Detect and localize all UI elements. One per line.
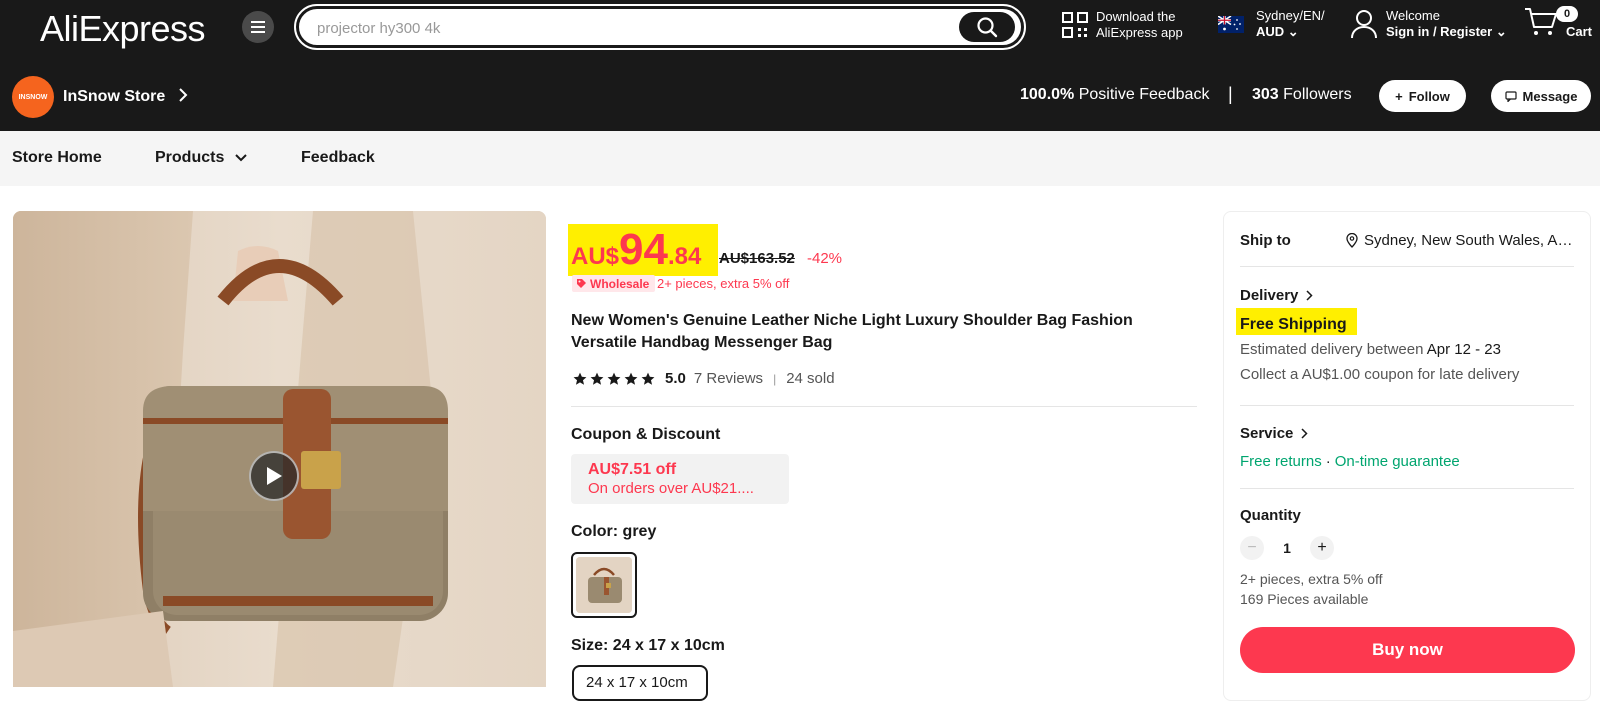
chevron-down-icon: ⌄	[1287, 24, 1299, 39]
color-swatch-grey[interactable]	[571, 552, 637, 618]
store-name-link[interactable]: InSnow Store	[63, 88, 165, 106]
plus-icon: +	[1395, 88, 1403, 104]
rating-divider: |	[773, 371, 777, 386]
quantity-increase-button[interactable]: +	[1310, 536, 1334, 560]
search-bar	[294, 4, 1026, 50]
ship-to-selector[interactable]: Sydney, New South Wales, Australia	[1346, 232, 1576, 249]
ship-to-label: Ship to	[1240, 232, 1291, 249]
sold-count: 24 sold	[786, 370, 835, 387]
chevron-right-icon	[179, 88, 188, 102]
coupon-card[interactable]: AU$7.51 off On orders over AU$21....	[571, 454, 789, 504]
currency-label: AUD	[1256, 24, 1285, 39]
message-button[interactable]: Message	[1491, 80, 1591, 112]
followers-count: 303 Followers	[1252, 86, 1352, 103]
nav-feedback[interactable]: Feedback	[301, 149, 375, 167]
late-delivery-coupon: Collect a AU$1.00 coupon for late delive…	[1240, 366, 1520, 383]
quantity-available: 169 Pieces available	[1240, 591, 1369, 607]
cart-button[interactable]: 0 Cart	[1524, 6, 1592, 43]
star-icon	[590, 372, 604, 385]
user-icon	[1351, 10, 1377, 39]
coupon-title: Coupon & Discount	[571, 426, 721, 443]
estimated-delivery: Estimated delivery between Apr 12 - 23	[1240, 341, 1501, 358]
search-icon	[977, 17, 998, 38]
welcome-text: Welcome	[1386, 8, 1440, 23]
ship-to-value: Sydney, New South Wales, Australia	[1364, 232, 1576, 249]
location-pin-icon	[1346, 233, 1358, 248]
rating-score: 5.0	[665, 370, 686, 387]
quantity-label: Quantity	[1240, 507, 1301, 524]
size-label: Size: 24 x 17 x 10cm	[571, 637, 725, 654]
qr-code-icon	[1062, 12, 1088, 38]
quantity-discount: 2+ pieces, extra 5% off	[1240, 571, 1383, 587]
wholesale-text: 2+ pieces, extra 5% off	[657, 276, 790, 291]
play-video-button[interactable]	[249, 451, 299, 501]
australia-flag-icon	[1218, 15, 1244, 33]
app-download-line2: AliExpress app	[1096, 25, 1183, 40]
store-nav: Store Home Products Feedback	[0, 131, 1600, 186]
free-shipping: Free Shipping	[1240, 316, 1347, 333]
rating-row: 5.0 7 Reviews | 24 sold	[573, 370, 835, 387]
handbag-photo	[13, 211, 546, 687]
free-returns: Free returns	[1240, 453, 1322, 470]
divider	[571, 406, 1197, 407]
service-link[interactable]: Service	[1240, 425, 1308, 442]
swatch-thumbnail	[576, 557, 632, 613]
region-line1: Sydney/EN/	[1256, 8, 1325, 23]
top-header: AliExpress Download the AliExpress app S…	[0, 0, 1600, 54]
account-menu[interactable]: Welcome Sign in / Register ⌄	[1350, 8, 1507, 40]
play-icon	[267, 467, 282, 485]
delivery-link[interactable]: Delivery	[1240, 287, 1313, 304]
star-icon	[607, 372, 621, 385]
cart-count-badge: 0	[1556, 6, 1578, 22]
nav-store-home[interactable]: Store Home	[12, 149, 102, 167]
nav-products[interactable]: Products	[155, 149, 247, 167]
cart-label: Cart	[1566, 24, 1593, 39]
follow-button[interactable]: + Follow	[1379, 80, 1466, 112]
buy-now-button[interactable]: Buy now	[1240, 627, 1575, 673]
sign-in-register-link[interactable]: Sign in / Register	[1386, 24, 1492, 39]
divider	[1240, 488, 1574, 489]
size-option[interactable]: 24 x 17 x 10cm	[572, 665, 708, 701]
color-label: Color: grey	[571, 523, 657, 540]
star-icon	[573, 372, 587, 385]
service-values: Free returns · On-time guarantee	[1240, 453, 1460, 470]
store-header: INSNOW InSnow Store 100.0% Positive Feed…	[0, 54, 1600, 131]
chevron-down-icon: ⌄	[1495, 24, 1507, 39]
quantity-decrease-button[interactable]: −	[1240, 536, 1264, 560]
chat-icon	[1504, 90, 1517, 102]
stat-separator: |	[1228, 84, 1233, 104]
tag-icon	[577, 279, 586, 288]
star-icon	[641, 372, 655, 385]
hamburger-menu-button[interactable]	[242, 11, 274, 43]
coupon-condition: On orders over AU$21....	[588, 480, 754, 497]
chevron-down-icon	[235, 154, 247, 162]
region-selector[interactable]: Sydney/EN/ AUD ⌄	[1218, 8, 1325, 40]
reviews-link[interactable]: 7 Reviews	[694, 370, 763, 387]
divider	[1240, 266, 1574, 267]
cart-icon	[1525, 8, 1557, 35]
divider	[1240, 405, 1574, 406]
search-input[interactable]	[317, 18, 917, 38]
wholesale-badge: Wholesale	[572, 275, 656, 292]
on-time-guarantee: On-time guarantee	[1334, 453, 1460, 470]
star-rating	[573, 372, 655, 386]
current-price: AU$ 94.84	[571, 225, 702, 274]
menu-icon	[251, 21, 265, 33]
app-download-line1: Download the	[1096, 9, 1176, 24]
quantity-value[interactable]: 1	[1282, 540, 1292, 556]
positive-feedback: 100.0% Positive Feedback	[1020, 86, 1210, 103]
chevron-right-icon	[1306, 290, 1313, 301]
quantity-stepper: − 1 +	[1240, 536, 1334, 560]
product-title: New Women's Genuine Leather Niche Light …	[571, 312, 1133, 351]
discount-percent: -42%	[807, 250, 843, 267]
app-download-link[interactable]: Download the AliExpress app	[1062, 9, 1183, 41]
chevron-right-icon	[1301, 428, 1308, 439]
original-price: AU$163.52	[719, 250, 795, 267]
star-icon	[624, 372, 638, 385]
aliexpress-logo[interactable]: AliExpress	[40, 8, 206, 50]
store-logo[interactable]: INSNOW	[12, 76, 54, 118]
coupon-amount: AU$7.51 off	[588, 461, 677, 478]
search-button[interactable]	[959, 12, 1015, 42]
product-image[interactable]	[13, 211, 546, 687]
